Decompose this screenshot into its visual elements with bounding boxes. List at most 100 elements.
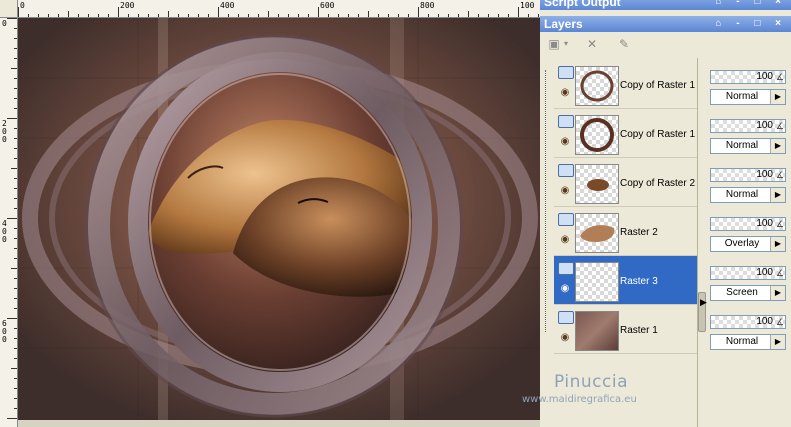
ruler-tick (14, 158, 17, 159)
visibility-eye-icon[interactable]: ◉ (558, 137, 572, 147)
ruler-tick (14, 238, 17, 239)
ruler-tick (168, 11, 169, 17)
slider-grip-icon[interactable]: ∡ (776, 72, 784, 82)
expand-arrow-icon[interactable]: ▶ (700, 297, 707, 308)
layer-properties: 100 ∡ Overlay ▶ (708, 207, 788, 256)
ruler-tick (118, 7, 119, 17)
layer-thumbnail (575, 262, 619, 302)
dropdown-arrow-icon[interactable]: ▶ (770, 335, 785, 349)
layer-row[interactable]: ◉ Copy of Raster 1 (554, 109, 697, 158)
layer-row[interactable]: ◉ Copy of Raster 1 (554, 60, 697, 109)
ruler-tick (218, 7, 219, 17)
slider-grip-icon[interactable]: ∡ (776, 317, 784, 327)
layer-name: Raster 2 (620, 227, 658, 238)
image-canvas[interactable] (18, 18, 540, 420)
layer-row[interactable]: ◉ Copy of Raster 2 (554, 158, 697, 207)
layers-titlebar[interactable]: Layers ⌂ - □ × (540, 16, 791, 32)
blend-mode-select[interactable]: Normal ▶ (710, 89, 786, 105)
opacity-value: 100 (756, 71, 773, 82)
ruler-tick (318, 7, 319, 17)
ruler-tick (14, 208, 17, 209)
slider-grip-icon[interactable]: ∡ (776, 170, 784, 180)
ruler-tick (68, 11, 69, 17)
ruler-label: 200 (120, 1, 135, 10)
ruler-tick (14, 228, 17, 229)
opacity-value: 100 (756, 267, 773, 278)
dropdown-arrow-icon[interactable]: ▶ (770, 237, 785, 251)
ruler-tick (128, 14, 129, 17)
blend-mode-select[interactable]: Screen ▶ (710, 285, 786, 301)
ruler-tick (228, 14, 229, 17)
canvas-horizontal-scrollbar[interactable] (18, 420, 540, 427)
layer-row[interactable]: ◉ Raster 1 (554, 305, 697, 354)
layer-group-icon[interactable] (558, 262, 574, 275)
ruler-tick (14, 178, 17, 179)
ruler-tick (14, 48, 17, 49)
layer-group-icon[interactable] (558, 213, 574, 226)
blend-mode-value: Overlay (724, 238, 760, 249)
opacity-slider[interactable]: 100 ∡ (710, 266, 786, 280)
opacity-slider[interactable]: 100 ∡ (710, 168, 786, 182)
ruler-tick (208, 14, 209, 17)
slider-grip-icon[interactable]: ∡ (776, 219, 784, 229)
script-output-titlebar[interactable]: Script Output ⌂ - □ × (540, 0, 791, 10)
ruler-label: 0 (2, 19, 7, 28)
ruler-tick (158, 14, 159, 17)
slider-grip-icon[interactable]: ∡ (776, 268, 784, 278)
ruler-tick (528, 14, 529, 17)
visibility-eye-icon[interactable]: ◉ (558, 235, 572, 245)
layer-name: Raster 3 (620, 276, 658, 287)
ruler-tick (14, 278, 17, 279)
ruler-tick (11, 168, 17, 169)
opacity-slider[interactable]: 100 ∡ (710, 217, 786, 231)
properties-icon[interactable]: ✎ (616, 37, 632, 51)
blend-mode-select[interactable]: Overlay ▶ (710, 236, 786, 252)
dropdown-arrow-icon[interactable]: ▶ (770, 286, 785, 300)
layer-properties: 100 ∡ Screen ▶ (708, 256, 788, 305)
blend-mode-value: Normal (725, 140, 759, 151)
ruler-tick (7, 118, 17, 119)
layer-row-selected[interactable]: ◉ Raster 3 (554, 256, 697, 305)
ruler-tick (428, 14, 429, 17)
opacity-value: 100 (756, 120, 773, 131)
opacity-value: 100 (756, 316, 773, 327)
opacity-value: 100 (756, 169, 773, 180)
layer-group-icon[interactable] (558, 115, 574, 128)
ruler-label: 400 (2, 219, 7, 244)
script-output-window-buttons[interactable]: ⌂ - □ × (715, 0, 787, 10)
ruler-tick (398, 14, 399, 17)
ruler-tick (7, 18, 17, 19)
ruler-tick (14, 58, 17, 59)
visibility-eye-icon[interactable]: ◉ (558, 88, 572, 98)
opacity-slider[interactable]: 100 ∡ (710, 119, 786, 133)
blend-mode-select[interactable]: Normal ▶ (710, 334, 786, 350)
dropdown-arrow-icon[interactable]: ▶ (770, 139, 785, 153)
layer-group-icon[interactable] (558, 164, 574, 177)
layer-name: Raster 1 (620, 325, 658, 336)
visibility-eye-icon[interactable]: ◉ (558, 186, 572, 196)
layer-row[interactable]: ◉ Raster 2 (554, 207, 697, 256)
blend-mode-value: Normal (725, 189, 759, 200)
ruler-tick (348, 14, 349, 17)
visibility-eye-icon[interactable]: ◉ (558, 333, 572, 343)
dropdown-arrow-icon[interactable]: ▶ (770, 90, 785, 104)
new-layer-icon[interactable]: ▣ (546, 37, 562, 51)
ruler-tick (408, 14, 409, 17)
opacity-slider[interactable]: 100 ∡ (710, 70, 786, 84)
dropdown-arrow-icon[interactable]: ▾ (562, 37, 570, 51)
opacity-slider[interactable]: 100 ∡ (710, 315, 786, 329)
ruler-tick (508, 14, 509, 17)
ruler-tick (258, 14, 259, 17)
layer-group-icon[interactable] (558, 66, 574, 79)
visibility-eye-icon[interactable]: ◉ (558, 284, 572, 294)
ruler-tick (14, 148, 17, 149)
blob-thumbnail-icon (587, 179, 609, 191)
slider-grip-icon[interactable]: ∡ (776, 121, 784, 131)
blend-mode-select[interactable]: Normal ▶ (710, 187, 786, 203)
blend-mode-select[interactable]: Normal ▶ (710, 138, 786, 154)
layer-group-icon[interactable] (558, 311, 574, 324)
layer-thumbnail (575, 164, 619, 204)
delete-layer-icon[interactable]: ✕ (584, 37, 600, 51)
dropdown-arrow-icon[interactable]: ▶ (770, 188, 785, 202)
layers-window-buttons[interactable]: ⌂ - □ × (715, 16, 787, 32)
